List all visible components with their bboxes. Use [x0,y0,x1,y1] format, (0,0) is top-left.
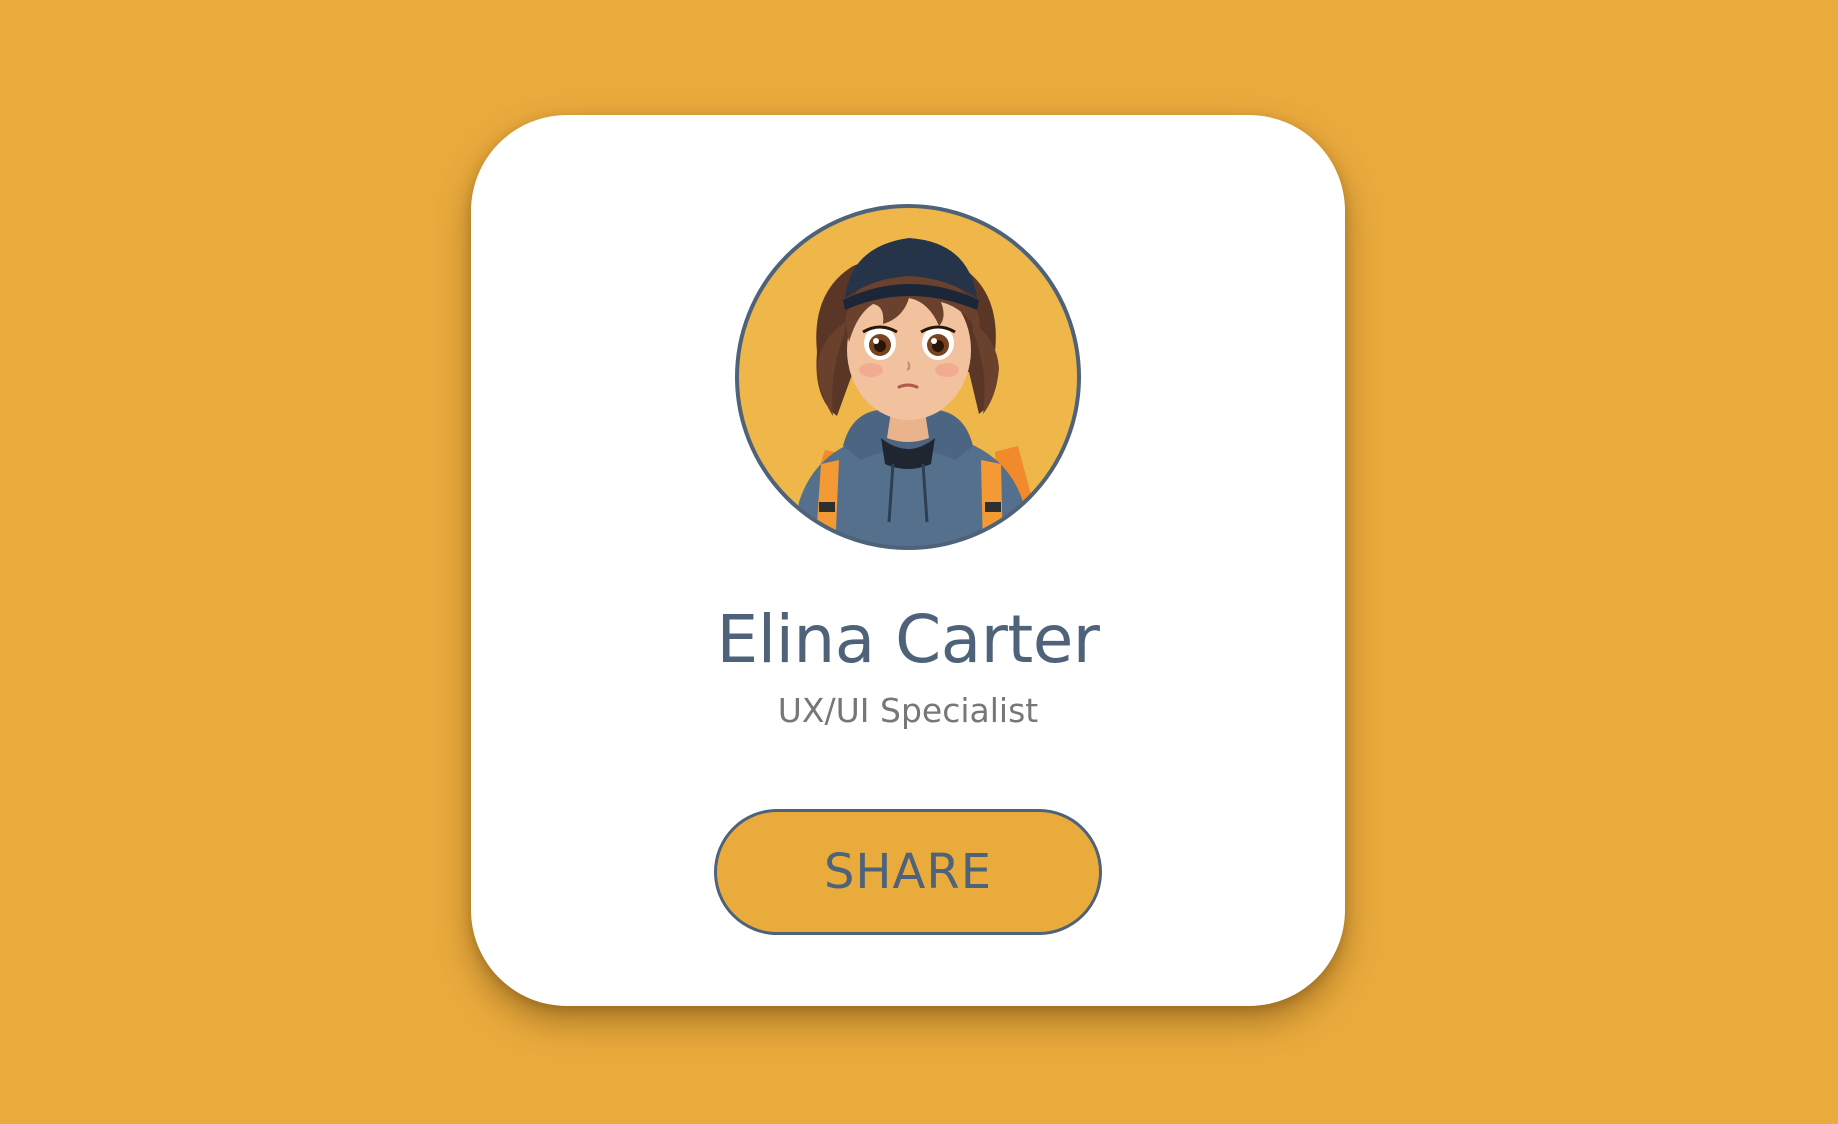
profile-card: Elina Carter UX/UI Specialist SHARE [471,115,1345,1006]
profile-avatar [733,202,1083,552]
share-button[interactable]: SHARE [714,809,1102,935]
profile-name: Elina Carter [716,601,1100,678]
profile-role: UX/UI Specialist [777,691,1039,730]
avatar-illustration [735,204,1081,550]
